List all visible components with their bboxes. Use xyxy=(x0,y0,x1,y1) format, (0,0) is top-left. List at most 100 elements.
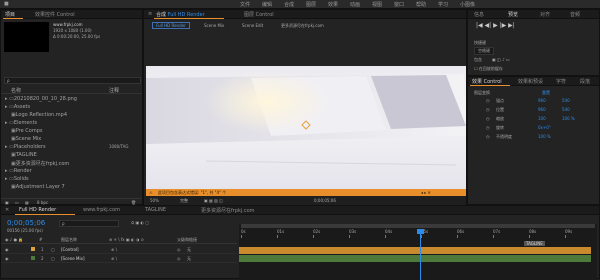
layer-name[interactable]: [Control] xyxy=(61,247,79,252)
menu-item-9[interactable]: 学习 xyxy=(438,1,448,8)
project-item[interactable]: ▣ Scene Mix xyxy=(11,136,41,142)
breadcrumb-more[interactable]: 更多资源尽在frpkj.com xyxy=(281,23,324,29)
tab-timeline-more[interactable]: 更多资源尽在frpkj.com xyxy=(201,207,255,214)
project-item[interactable]: ▣ 更多资源尽在frpkj.com xyxy=(11,160,69,167)
tab-character[interactable]: 字符 xyxy=(556,78,566,85)
shortcut-dropdown[interactable]: 空格键 xyxy=(474,47,494,55)
active-tab-indicator xyxy=(15,214,75,215)
parent-dropdown[interactable]: 无 xyxy=(187,256,191,262)
breadcrumb-full-hd-render[interactable]: Full HD Render xyxy=(152,22,190,29)
tab-timeline-tagline[interactable]: TAGLINE xyxy=(145,207,166,213)
project-item[interactable]: ▣ Pre Comps xyxy=(11,128,42,134)
property-value[interactable]: 960 xyxy=(538,98,546,103)
stopwatch-icon[interactable]: ◷ xyxy=(486,98,490,103)
cache-before-playback-checkbox[interactable]: ☐ 在回放前缓存 xyxy=(474,66,503,72)
layer-name[interactable]: [Scene Mix] xyxy=(61,256,85,261)
playback-controls[interactable]: |◀ ◀| ▶ |▶ ▶| xyxy=(476,22,515,29)
tab-paragraph[interactable]: 段落 xyxy=(580,78,590,85)
parent-dropdown[interactable]: 无 xyxy=(187,247,191,253)
visibility-icon[interactable]: ◉ xyxy=(5,247,9,252)
comp-viewer[interactable] xyxy=(146,66,466,189)
stopwatch-icon[interactable]: ◷ xyxy=(486,125,490,130)
property-value[interactable]: 100 % xyxy=(538,134,551,139)
viewer-timecode[interactable]: 0;00;05;06 xyxy=(314,198,336,203)
pickwhip-icon[interactable]: ◎ xyxy=(177,256,181,261)
menu-item-6[interactable]: 视图 xyxy=(372,1,382,8)
project-item[interactable]: ▸ ▭ Elements xyxy=(5,120,37,126)
project-item[interactable]: ▣ Logo Reflection.mp4 xyxy=(11,112,67,118)
menu-item-8[interactable]: 帮助 xyxy=(416,1,426,8)
error-nav-icons[interactable]: ◂ ▸ ✕ xyxy=(421,190,431,195)
property-value[interactable]: 0x+0° xyxy=(538,125,551,130)
timeline-close-icon[interactable]: ✕ xyxy=(5,207,9,213)
tab-preview[interactable]: 预览 xyxy=(508,11,518,18)
track-bar-control[interactable] xyxy=(239,247,591,254)
visibility-icon[interactable]: ◉ xyxy=(5,256,9,261)
project-item[interactable]: ▣ TAGLINE xyxy=(11,152,37,158)
app-icon[interactable]: ■ xyxy=(4,1,9,7)
timeline-search-input[interactable]: ρ xyxy=(59,220,119,227)
property-value-2[interactable]: 540 xyxy=(562,98,570,103)
project-item[interactable]: ▸ ▭ Placeholders xyxy=(5,144,46,150)
menu-item-4[interactable]: 效果 xyxy=(328,1,338,8)
column-layer-name[interactable]: 图层名称 xyxy=(61,237,77,243)
project-item[interactable]: ▸ ▭ Assets xyxy=(5,104,30,110)
property-value[interactable]: 100 xyxy=(538,116,546,121)
tab-effect-control[interactable]: 效果 Control xyxy=(472,78,502,85)
tab-audio[interactable]: 音频 xyxy=(570,11,580,18)
project-item[interactable]: ▣ Adjustment Layer 7 xyxy=(11,184,65,190)
tab-info[interactable]: 信息 xyxy=(474,11,484,18)
column-name[interactable]: 名称 xyxy=(11,87,21,94)
tab-composition[interactable]: 合成 Full HD Render xyxy=(156,11,205,18)
project-item[interactable]: ▸ ▭ 20210820_00_10_28.png xyxy=(5,96,77,102)
menu-item-1[interactable]: 编辑 xyxy=(262,1,272,8)
viewer-options-icons[interactable]: ▣ ▦ ▨ ◫ xyxy=(204,198,223,203)
resolution-dropdown[interactable]: 完整 xyxy=(180,198,188,204)
ruler-tick-label: 0s xyxy=(241,229,246,234)
column-parent[interactable]: 父级和链接 xyxy=(177,237,197,243)
layer-type-icon[interactable]: ▢ xyxy=(51,256,55,261)
tab-timeline-frpkj[interactable]: www.frpkj.com xyxy=(83,207,120,213)
layer-type-icon[interactable]: ▢ xyxy=(51,247,55,252)
tab-effect-controls[interactable]: 效果控件 Control xyxy=(35,11,75,18)
playhead[interactable] xyxy=(420,229,421,280)
breadcrumb-scene-edit[interactable]: Scene Edit xyxy=(242,23,263,28)
project-item[interactable]: ▸ ▭ Render xyxy=(5,168,32,174)
zoom-dropdown[interactable]: 50% xyxy=(150,198,159,203)
breadcrumb-scene-mix[interactable]: Scene Mix xyxy=(204,23,224,28)
tab-effects-presets[interactable]: 效果和预设 xyxy=(518,78,543,85)
tab-timeline-full-hd[interactable]: Full HD Render xyxy=(19,207,56,213)
property-value-2[interactable]: 540 xyxy=(562,107,570,112)
reset-link[interactable]: 重置 xyxy=(542,90,550,96)
project-item[interactable]: ▸ ▭ Solids xyxy=(5,176,29,182)
transform-section[interactable]: 图层变换 xyxy=(474,90,490,96)
stopwatch-icon[interactable]: ◷ xyxy=(486,134,490,139)
tab-layer[interactable]: 图层 Control xyxy=(244,11,274,18)
column-comment[interactable]: 注释 xyxy=(109,87,119,94)
property-value-2[interactable]: 100 % xyxy=(562,116,575,121)
project-search-input[interactable]: ρ xyxy=(4,77,141,84)
work-area-bar[interactable] xyxy=(241,224,595,228)
stopwatch-icon[interactable]: ◷ xyxy=(486,116,490,121)
layer-row[interactable]: ◉ 1 ▢ [Control] ⊕ \ ◎ 无 xyxy=(1,246,237,254)
timeline-switch-icons[interactable]: ⛭ ▣ ◐ ▢ xyxy=(131,220,149,225)
include-options-icons[interactable]: ▣ ◫ ♪ ▭ xyxy=(492,57,510,62)
pickwhip-icon[interactable]: ◎ xyxy=(177,247,181,252)
menu-item-2[interactable]: 合成 xyxy=(284,1,294,8)
timeline-timecode[interactable]: 0;00;05;06 xyxy=(7,219,45,227)
menu-item-0[interactable]: 文件 xyxy=(240,1,250,8)
menu-item-7[interactable]: 窗口 xyxy=(394,1,404,8)
playhead-handle[interactable] xyxy=(417,229,424,234)
menu-item-5[interactable]: 动画 xyxy=(350,1,360,8)
track-bar-scene-mix[interactable] xyxy=(239,255,591,262)
comp-menu-icon[interactable]: ≡ xyxy=(148,11,152,17)
tab-align[interactable]: 对齐 xyxy=(540,11,550,18)
menu-item-3[interactable]: 图层 xyxy=(306,1,316,8)
timeline-track-area[interactable]: 0s 01s 02s 03s 04s 05s 06s 07s 08s 09s TAGLINE xyxy=(239,224,597,280)
property-value[interactable]: 960 xyxy=(538,107,546,112)
menu-item-10[interactable]: 小图像 xyxy=(460,1,475,8)
stopwatch-icon[interactable]: ◷ xyxy=(486,107,490,112)
tab-project[interactable]: 项目 xyxy=(5,11,15,18)
layer-row[interactable]: ◉ 2 ▢ [Scene Mix] ⊕ \ ◎ 无 xyxy=(1,255,237,263)
tagline-marker[interactable]: TAGLINE xyxy=(524,241,545,246)
